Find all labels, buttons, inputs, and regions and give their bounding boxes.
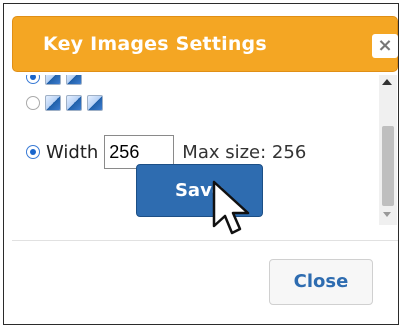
- option-row-3-images[interactable]: [26, 95, 103, 111]
- cursor-icon: [212, 180, 250, 235]
- option-row-2-images[interactable]: [26, 75, 82, 85]
- mini-image-icon: [45, 95, 61, 111]
- width-label: Width: [46, 141, 99, 163]
- max-size-label: Max size: 256: [182, 141, 307, 163]
- mini-image-icon: [66, 95, 82, 111]
- scrollbar-thumb[interactable]: [382, 126, 394, 206]
- scroll-up-icon[interactable]: [382, 79, 392, 85]
- key-images-settings-dialog: Key Images Settings × Width Max size: 25…: [3, 3, 399, 325]
- dialog-title: Key Images Settings: [43, 33, 267, 55]
- width-radio[interactable]: [26, 145, 40, 159]
- mini-image-icon: [45, 75, 61, 85]
- scroll-down-icon[interactable]: [383, 212, 391, 217]
- vertical-scrollbar[interactable]: [379, 75, 397, 225]
- mini-image-icon: [87, 95, 103, 111]
- settings-content: Width Max size: 256 Save: [26, 75, 386, 235]
- mini-image-icon: [66, 75, 82, 85]
- dialog-titlebar: Key Images Settings ×: [12, 16, 398, 72]
- option-radio-2-images[interactable]: [26, 75, 40, 84]
- close-button[interactable]: Close: [269, 259, 373, 305]
- close-x-button[interactable]: ×: [372, 34, 398, 58]
- dialog-divider: [12, 240, 398, 241]
- option-radio-3-images[interactable]: [26, 96, 40, 110]
